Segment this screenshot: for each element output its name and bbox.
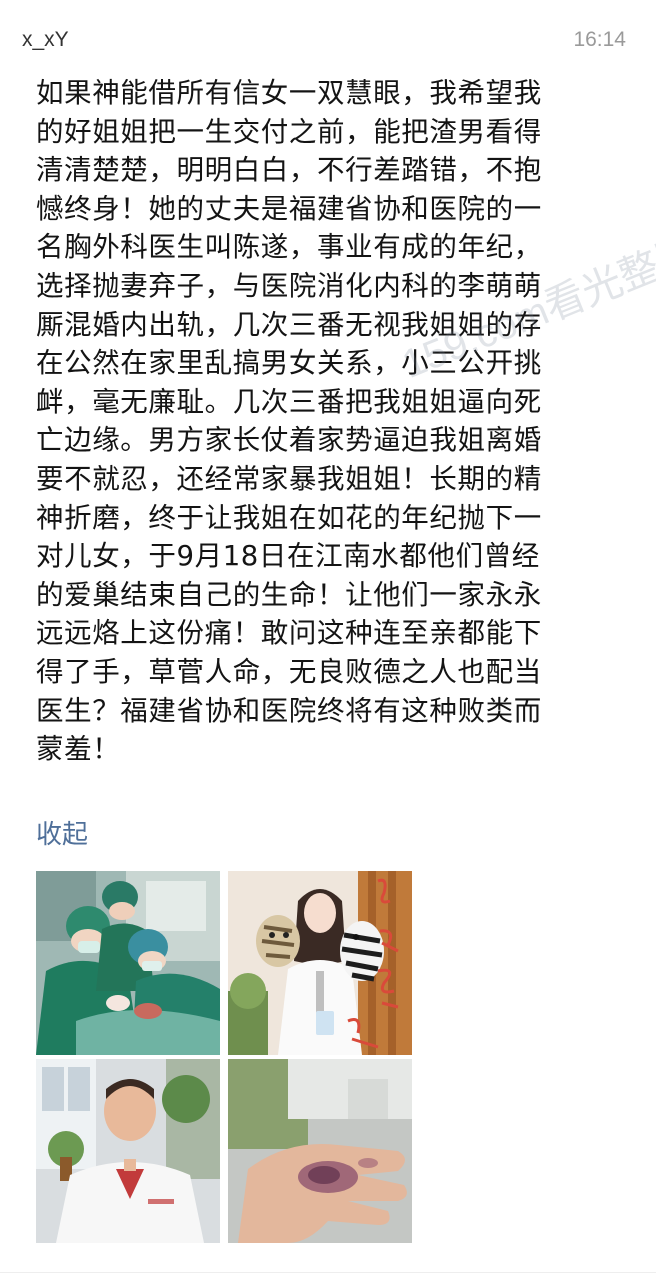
- surgery-photo[interactable]: [36, 871, 220, 1055]
- bruised-hand-photo[interactable]: [228, 1059, 412, 1243]
- post-time: 16:14: [573, 28, 626, 51]
- top-bar: x_xY 16:14: [0, 0, 656, 78]
- post-body-text: 如果神能借所有信女一双慧眼，我希望我 的好姐姐把一生交付之前，能把渣男看得 清清…: [36, 77, 542, 766]
- collapse-link[interactable]: 收起: [36, 814, 88, 851]
- woman-with-plush-toys-photo[interactable]: [228, 871, 412, 1055]
- doctor-portrait-photo[interactable]: [36, 1059, 220, 1243]
- divider: [0, 1272, 656, 1273]
- username[interactable]: x_xY: [22, 28, 69, 52]
- photo-grid: [36, 871, 412, 1243]
